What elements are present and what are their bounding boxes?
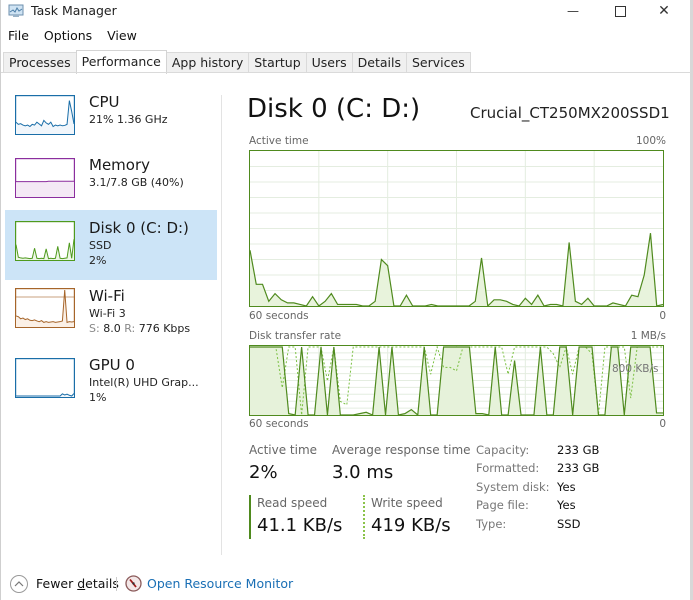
page-title: Disk 0 (C: D:) — [247, 94, 421, 124]
sidebar-divider — [221, 95, 222, 555]
info-key-capacity: Capacity: — [476, 443, 530, 457]
minimize-icon: — — [567, 4, 579, 18]
transfer-rate-chart-xlabel-right: 0 — [659, 418, 666, 430]
transfer-rate-chart — [249, 345, 664, 416]
sidebar-item-disk-0[interactable]: Disk 0 (C: D:) SSD 2% — [5, 210, 217, 280]
info-key-formatted: Formatted: — [476, 461, 540, 475]
sidebar-item-gpu-0[interactable]: GPU 0 Intel(R) UHD Grap... 1% — [5, 348, 217, 418]
write-speed-label: Write speed — [371, 496, 443, 510]
info-value-capacity: 233 GB — [557, 443, 600, 457]
write-speed-legend-line — [363, 495, 365, 539]
active-time-chart-xlabel-left: 60 seconds — [249, 310, 309, 322]
sidebar-item-wifi[interactable]: Wi-Fi Wi-Fi 3 S: 8.0 R: 776 Kbps — [5, 278, 217, 348]
transfer-rate-chart-max: 1 MB/s — [630, 330, 666, 342]
device-model: Crucial_CT250MX200SSD1 — [470, 104, 670, 122]
footer: Fewer details Open Resource Monitor — [0, 572, 690, 598]
sidebar-item-cpu[interactable]: CPU 21% 1.36 GHz — [5, 85, 217, 155]
tab-startup[interactable]: Startup — [248, 52, 307, 73]
menu-options[interactable]: Options — [36, 26, 99, 46]
sidebar-item-title: GPU 0 — [89, 356, 135, 374]
write-speed-value: 419 KB/s — [371, 515, 451, 536]
sidebar-item-detail: 3.1/7.8 GB (40%) — [89, 176, 184, 189]
menu-bar: File Options View — [0, 26, 144, 46]
tab-processes[interactable]: Processes — [3, 52, 77, 73]
chevron-up-icon[interactable] — [10, 575, 28, 593]
info-key-page-file: Page file: — [476, 498, 529, 512]
disk-thumbnail-graph — [15, 221, 75, 261]
transfer-rate-annotation: 800 KB/s — [612, 363, 659, 375]
transfer-rate-chart-title: Disk transfer rate — [249, 330, 342, 342]
sidebar-item-detail: SSD — [89, 239, 112, 252]
active-time-chart-xlabel-right: 0 — [659, 310, 666, 322]
info-value-system-disk: Yes — [557, 480, 576, 494]
sidebar-item-detail: Wi-Fi 3 — [89, 307, 126, 320]
tab-details[interactable]: Details — [351, 52, 407, 73]
sidebar-item-usage: 1% — [89, 391, 107, 404]
sidebar-item-detail: Intel(R) UHD Grap... — [89, 376, 199, 389]
tab-app-history[interactable]: App history — [165, 52, 250, 73]
info-key-system-disk: System disk: — [476, 480, 550, 494]
sidebar-item-title: Wi-Fi — [89, 287, 125, 305]
active-time-chart — [249, 150, 664, 307]
active-time-label: Active time — [249, 443, 318, 457]
wifi-thumbnail-graph — [15, 288, 75, 328]
sidebar-item-title: Disk 0 (C: D:) — [89, 219, 189, 237]
send-value: 8.0 — [103, 322, 121, 335]
info-value-type: SSD — [557, 517, 581, 531]
read-speed-label: Read speed — [257, 496, 328, 510]
info-key-type: Type: — [476, 517, 507, 531]
close-button[interactable]: ✕ — [642, 0, 686, 22]
read-speed-legend-line — [249, 495, 251, 539]
resource-monitor-icon — [125, 575, 142, 592]
thumbnail-frame — [15, 358, 75, 398]
sidebar-item-detail: 21% 1.36 GHz — [89, 113, 168, 126]
tab-services[interactable]: Services — [406, 52, 471, 73]
tab-bar: Processes Performance App history Startu… — [3, 50, 471, 74]
minimize-button[interactable]: — — [551, 0, 595, 22]
gpu-thumbnail-graph — [15, 358, 75, 398]
thumbnail-area — [16, 181, 74, 197]
sidebar-item-usage: 2% — [89, 254, 107, 267]
receive-value: 776 Kbps — [138, 322, 191, 335]
tab-performance[interactable]: Performance — [75, 50, 167, 74]
send-label: S: — [89, 322, 100, 335]
info-value-page-file: Yes — [557, 498, 576, 512]
memory-thumbnail-graph — [15, 158, 75, 198]
sidebar-item-throughput: S: 8.0 R: 776 Kbps — [89, 322, 190, 335]
title-bar[interactable]: Task Manager — ✕ — [0, 0, 693, 24]
tab-users[interactable]: Users — [305, 52, 353, 73]
task-manager-icon — [8, 4, 24, 18]
active-time-grid — [250, 151, 663, 306]
menu-view[interactable]: View — [99, 26, 144, 46]
fewer-details-button[interactable]: Fewer details — [36, 576, 119, 591]
tab-divider — [1, 72, 691, 73]
maximize-button[interactable] — [598, 0, 642, 22]
info-value-formatted: 233 GB — [557, 461, 600, 475]
fewer-details-label: Fewer details — [36, 576, 119, 591]
window-title: Task Manager — [31, 3, 117, 18]
menu-file[interactable]: File — [0, 26, 36, 46]
maximize-icon — [614, 5, 626, 17]
footer-separator — [116, 577, 117, 591]
cpu-thumbnail-graph — [15, 95, 75, 135]
active-time-chart-max: 100% — [635, 135, 666, 147]
read-speed-value: 41.1 KB/s — [257, 515, 343, 536]
window-border-left — [0, 0, 1, 600]
avg-response-label: Average response time — [332, 443, 471, 457]
close-icon: ✕ — [658, 3, 670, 19]
open-resource-monitor-link[interactable]: Open Resource Monitor — [147, 576, 293, 591]
sidebar-item-title: CPU — [89, 93, 120, 111]
active-time-chart-title: Active time — [249, 135, 309, 147]
sidebar-item-title: Memory — [89, 156, 151, 174]
sidebar-item-memory[interactable]: Memory 3.1/7.8 GB (40%) — [5, 148, 217, 218]
active-time-value: 2% — [249, 462, 278, 483]
transfer-rate-chart-xlabel-left: 60 seconds — [249, 418, 309, 430]
receive-label: R: — [124, 322, 136, 335]
avg-response-value: 3.0 ms — [332, 462, 394, 483]
